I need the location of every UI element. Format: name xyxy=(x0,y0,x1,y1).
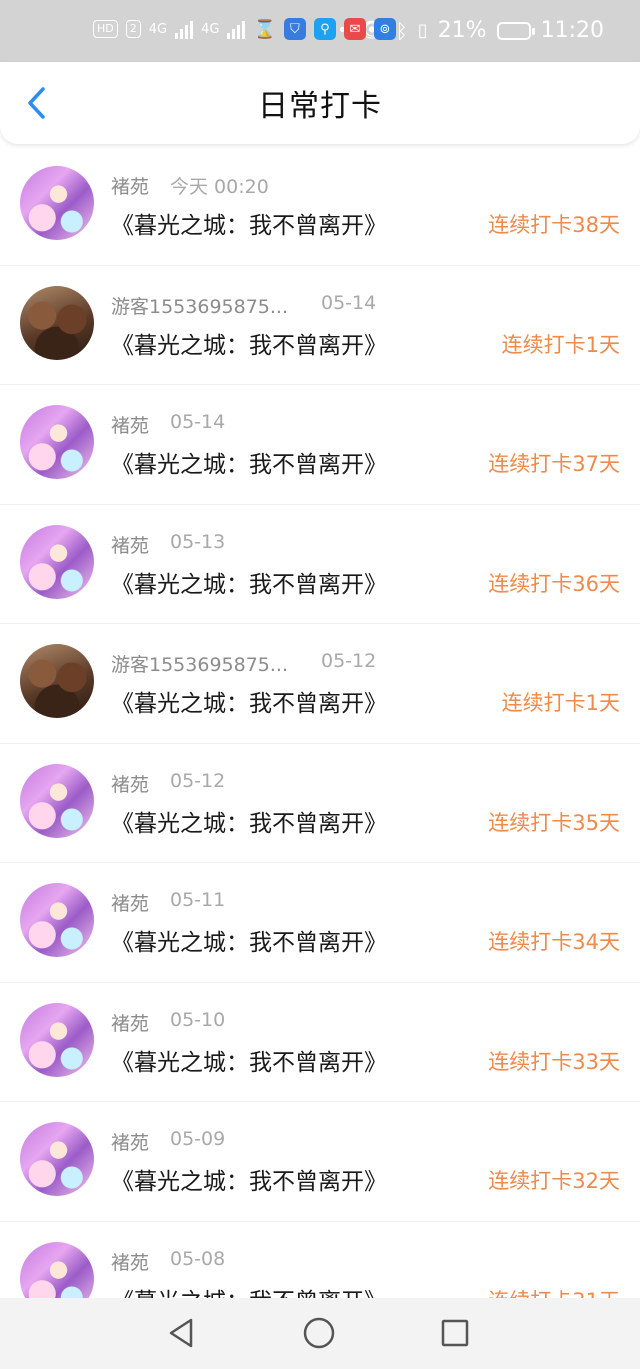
checkin-row[interactable]: 游客1553695875... 05-12 《暮光之城：我不曾离开》 连续打卡1天 xyxy=(0,624,640,744)
avatar[interactable] xyxy=(20,285,94,360)
streak-label: 连续打卡32天 xyxy=(488,1169,620,1193)
chevron-left-icon xyxy=(28,87,45,119)
checkin-date: 05-10 xyxy=(170,1008,226,1031)
checkin-row[interactable]: 褚苑 今天 00:20 《暮光之城：我不曾离开》 连续打卡38天 xyxy=(0,146,640,266)
hourglass-icon: ⌛ xyxy=(253,18,276,40)
avatar[interactable] xyxy=(20,644,94,718)
checkin-date: 05-14 xyxy=(170,411,226,433)
book-title: 《暮光之城：我不曾离开》 xyxy=(111,1049,387,1076)
book-title: 《暮光之城：我不曾离开》 xyxy=(111,691,387,717)
book-title: 《暮光之城：我不曾离开》 xyxy=(111,213,387,239)
avatar[interactable] xyxy=(20,1122,94,1196)
streak-label: 连续打卡36天 xyxy=(488,571,620,596)
book-title: 《暮光之城：我不曾离开》 xyxy=(111,1282,387,1299)
wifi-hotspot-icon: ⊚ xyxy=(373,18,396,40)
avatar[interactable] xyxy=(20,405,94,479)
book-title: 《暮光之城：我不曾离开》 xyxy=(111,810,387,837)
book-title: 《暮光之城：我不曾离开》 xyxy=(111,1169,387,1195)
checkin-row[interactable]: 褚苑 05-12 《暮光之城：我不曾离开》 连续打卡35天 xyxy=(0,744,640,863)
network-type-2: 4G xyxy=(201,21,220,37)
username: 褚苑 xyxy=(111,176,150,198)
streak-label: 连续打卡35天 xyxy=(488,810,620,835)
checkin-row[interactable]: 游客1553695875... 05-14 《暮光之城：我不曾离开》 连续打卡1天 xyxy=(0,266,640,385)
checkin-row[interactable]: 褚苑 05-14 《暮光之城：我不曾离开》 连续打卡37天 xyxy=(0,385,640,505)
checkin-date: 05-12 xyxy=(170,769,226,792)
streak-label: 连续打卡38天 xyxy=(488,213,620,237)
page-title: 日常打卡 xyxy=(258,89,382,124)
username: 褚苑 xyxy=(111,893,150,915)
nav-recents-button[interactable] xyxy=(438,1316,472,1350)
book-title: 《暮光之城：我不曾离开》 xyxy=(111,571,387,598)
streak-label: 连续打卡31天 xyxy=(488,1285,620,1299)
mail-app-icon: ✉ xyxy=(343,18,366,40)
checkin-row[interactable]: 褚苑 05-08 《暮光之城：我不曾离开》 连续打卡31天 xyxy=(0,1222,640,1299)
clock: 11:20 xyxy=(540,18,604,43)
battery-percent: 21% xyxy=(437,18,487,43)
username: 褚苑 xyxy=(111,1012,150,1035)
checkin-date: 05-12 xyxy=(321,650,377,672)
circle-home-icon xyxy=(303,1317,335,1349)
nav-back-button[interactable] xyxy=(164,1316,198,1350)
signal-icon xyxy=(175,19,194,39)
hd-badge: HD xyxy=(93,20,118,38)
vibrate-icon: ▯ xyxy=(417,20,428,41)
avatar[interactable] xyxy=(20,763,94,838)
status-left-icons: HD 2 4G 4G ⌛ ⛉ ⚲ ✉ ⊚ xyxy=(93,18,396,40)
sim-badge: 2 xyxy=(125,20,141,38)
avatar[interactable] xyxy=(20,1241,94,1298)
book-title: 《暮光之城：我不曾离开》 xyxy=(111,452,387,478)
checkin-row[interactable]: 褚苑 05-10 《暮光之城：我不曾离开》 连续打卡33天 xyxy=(0,983,640,1102)
streak-label: 连续打卡34天 xyxy=(488,930,620,954)
checkin-date: 05-08 xyxy=(170,1247,226,1270)
username: 褚苑 xyxy=(111,773,150,796)
streak-label: 连续打卡1天 xyxy=(501,691,620,715)
checkin-row[interactable]: 褚苑 05-11 《暮光之城：我不曾离开》 连续打卡34天 xyxy=(0,863,640,983)
checkin-date: 05-09 xyxy=(170,1128,226,1150)
checkin-list[interactable]: 褚苑 今天 00:20 《暮光之城：我不曾离开》 连续打卡38天 游客155369587… xyxy=(0,146,640,1298)
square-recents-icon xyxy=(441,1319,469,1347)
username: 褚苑 xyxy=(111,1132,150,1154)
username: 褚苑 xyxy=(111,1251,150,1274)
status-bar: HD 2 4G 4G ⌛ ⛉ ⚲ ✉ ⊚ ••• 👁︎ ᛒ ▯ 21% 11:2… xyxy=(0,0,640,62)
nav-home-button[interactable] xyxy=(302,1316,336,1350)
checkin-date: 05-14 xyxy=(321,291,377,314)
book-title: 《暮光之城：我不曾离开》 xyxy=(111,332,387,359)
checkin-row[interactable]: 褚苑 05-13 《暮光之城：我不曾离开》 连续打卡36天 xyxy=(0,505,640,624)
username: 游客1553695875... xyxy=(111,295,289,318)
triangle-back-icon xyxy=(169,1318,193,1348)
network-type-1: 4G xyxy=(148,21,168,37)
avatar[interactable] xyxy=(20,166,94,240)
avatar[interactable] xyxy=(20,883,94,957)
streak-label: 连续打卡37天 xyxy=(488,452,620,476)
title-bar: 日常打卡 xyxy=(0,62,640,144)
avatar[interactable] xyxy=(20,1002,94,1077)
search-app-icon: ⚲ xyxy=(313,18,336,40)
username: 褚苑 xyxy=(111,415,150,437)
shield-app-icon: ⛉ xyxy=(283,18,306,40)
checkin-date: 今天 00:20 xyxy=(170,176,269,198)
checkin-date: 05-13 xyxy=(170,530,226,553)
back-button[interactable] xyxy=(14,76,58,130)
checkin-row[interactable]: 褚苑 05-09 《暮光之城：我不曾离开》 连续打卡32天 xyxy=(0,1102,640,1222)
username: 游客1553695875... xyxy=(111,654,289,676)
username: 褚苑 xyxy=(111,534,150,557)
avatar[interactable] xyxy=(20,524,94,599)
system-nav-bar xyxy=(0,1298,640,1369)
bluetooth-icon: ᛒ xyxy=(395,19,408,43)
streak-label: 连续打卡33天 xyxy=(488,1049,620,1074)
streak-label: 连续打卡1天 xyxy=(501,332,620,357)
checkin-date: 05-11 xyxy=(170,889,226,911)
battery-icon xyxy=(496,22,535,40)
signal-icon-2 xyxy=(227,19,246,39)
book-title: 《暮光之城：我不曾离开》 xyxy=(111,930,387,956)
